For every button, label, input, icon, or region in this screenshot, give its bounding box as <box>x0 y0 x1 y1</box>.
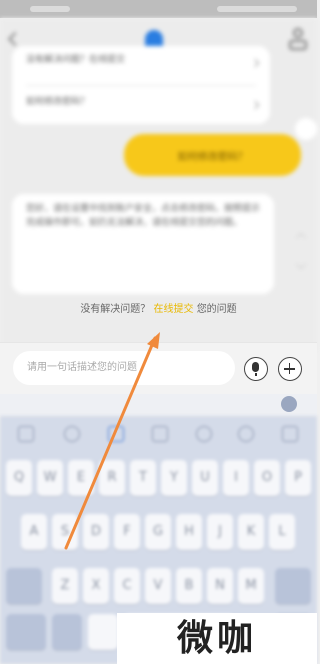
text-style-icon[interactable] <box>152 426 168 442</box>
status-bar <box>0 0 317 18</box>
key[interactable]: V <box>145 568 171 604</box>
divider <box>26 85 256 86</box>
side-float-button[interactable] <box>295 118 317 140</box>
user-service-icon[interactable] <box>289 28 307 52</box>
key[interactable]: Q <box>6 460 32 496</box>
key[interactable]: K <box>238 514 264 550</box>
question-card: 没有解决问题？在线提交 如何修改密码？ <box>12 46 270 124</box>
comma-key[interactable] <box>88 614 118 650</box>
unsolved-suffix: 您的问题 <box>196 304 237 315</box>
key[interactable]: M <box>238 568 264 604</box>
key-row: A S D F G H J K L <box>0 514 317 554</box>
key[interactable]: I <box>223 460 249 496</box>
key[interactable]: W <box>37 460 63 496</box>
add-button[interactable] <box>278 357 302 381</box>
question-card-row[interactable]: 没有解决问题？在线提交 <box>26 50 125 70</box>
key[interactable]: J <box>207 514 233 550</box>
key[interactable]: F <box>114 514 140 550</box>
key[interactable]: O <box>254 460 280 496</box>
scroll-up-icon[interactable] <box>295 232 307 244</box>
chevron-right-icon <box>250 100 260 110</box>
translate-icon[interactable] <box>196 426 212 442</box>
key-row: Z X C V B N M <box>0 568 317 608</box>
symbol-key[interactable] <box>6 614 46 650</box>
key[interactable]: Y <box>161 460 187 496</box>
key[interactable]: L <box>269 514 295 550</box>
keyboard-top-bar <box>0 394 317 416</box>
keyboard-toolbar <box>0 416 317 452</box>
key[interactable]: N <box>207 568 233 604</box>
answer-bubble: 您好，请在设置中找到账户安全，点击修改密码，按照提示完成操作即可。如仍无法解决，… <box>12 194 274 294</box>
submit-online-link[interactable]: 在线提交 <box>154 304 194 315</box>
key[interactable]: X <box>83 568 109 604</box>
key[interactable]: C <box>114 568 140 604</box>
scroll-down-icon[interactable] <box>295 258 307 270</box>
answer-text: 您好，请在设置中找到账户安全，点击修改密码，按照提示完成操作即可。如仍无法解决，… <box>26 204 261 228</box>
key[interactable]: G <box>145 514 171 550</box>
voice-input-button[interactable] <box>244 357 268 381</box>
key[interactable]: P <box>285 460 311 496</box>
backspace-key[interactable] <box>275 568 311 604</box>
search-icon[interactable] <box>238 426 254 442</box>
user-message-bubble: 如何修改密码？ <box>124 134 301 176</box>
handwrite-icon[interactable] <box>108 426 124 442</box>
question-input[interactable]: 请用一句话描述您的问题 <box>13 351 235 385</box>
key[interactable]: A <box>21 514 47 550</box>
key[interactable]: R <box>99 460 125 496</box>
back-icon[interactable] <box>7 31 23 47</box>
input-bar: 请用一句话描述您的问题 <box>0 342 317 394</box>
watermark-logo: 微咖 <box>117 613 317 664</box>
key[interactable]: B <box>176 568 202 604</box>
key[interactable]: D <box>83 514 109 550</box>
emoji-icon[interactable] <box>64 426 80 442</box>
key-row: Q W E R T Y U I O P <box>0 460 317 500</box>
microphone-icon <box>252 362 259 372</box>
unsolved-prompt: 没有解决问题？ 在线提交 您的问题 <box>0 300 317 315</box>
chevron-right-icon <box>250 58 260 68</box>
key[interactable]: S <box>52 514 78 550</box>
key[interactable]: H <box>176 514 202 550</box>
number-key[interactable] <box>52 614 82 650</box>
hide-keyboard-icon[interactable] <box>282 426 298 442</box>
status-time <box>30 6 70 12</box>
key[interactable]: Z <box>52 568 78 604</box>
user-message-text: 如何修改密码？ <box>177 151 248 163</box>
status-icons <box>217 6 297 12</box>
shift-key[interactable] <box>6 568 42 604</box>
key[interactable]: T <box>130 460 156 496</box>
key[interactable]: E <box>68 460 94 496</box>
unsolved-prefix: 没有解决问题？ <box>80 304 151 315</box>
key[interactable]: U <box>192 460 218 496</box>
emoji-panel-icon[interactable] <box>18 426 34 442</box>
keyboard-logo-icon[interactable] <box>281 396 297 412</box>
question-card-row[interactable]: 如何修改密码？ <box>26 92 89 112</box>
